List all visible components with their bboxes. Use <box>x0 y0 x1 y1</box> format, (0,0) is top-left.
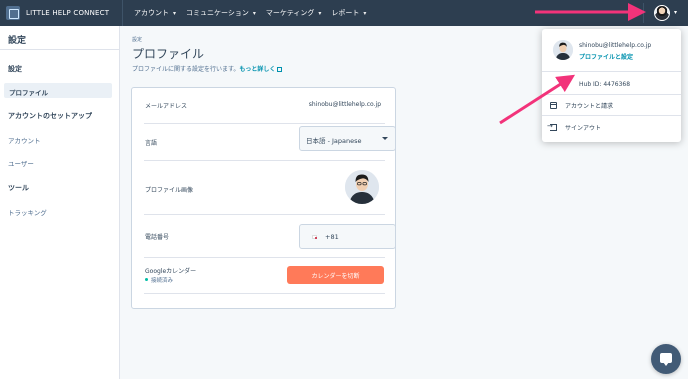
account-billing-item[interactable]: アカウントと請求 <box>550 101 613 110</box>
language-value: 日本語 - Japanese <box>306 137 362 145</box>
hub-id: Hub ID: 4476368 <box>579 81 631 88</box>
chevron-down-icon[interactable]: ▾ <box>674 9 677 16</box>
language-select[interactable]: 日本語 - Japanese <box>299 126 396 151</box>
phone-label: 電話番号 <box>145 234 170 241</box>
japan-flag-icon[interactable] <box>312 235 317 239</box>
user-avatar-menu[interactable] <box>654 5 670 21</box>
brand-name[interactable]: LITTLE HELP CONNECT <box>26 9 122 17</box>
nav-item-reports[interactable]: レポート ▾ <box>331 8 366 18</box>
email-row: メールアドレス shinobu@littlehelp.co.jp <box>144 88 385 124</box>
description-text: プロファイルに関する設定を行います。 <box>132 66 240 73</box>
sidebar-item-account[interactable]: アカウント <box>8 135 41 145</box>
nav-item-marketing[interactable]: マーケティング ▾ <box>266 8 321 18</box>
profile-card: メールアドレス shinobu@littlehelp.co.jp 言語 日本語 … <box>131 87 396 309</box>
breadcrumb[interactable]: 設定 <box>132 36 142 43</box>
chevron-down-icon: ▾ <box>363 9 367 17</box>
status-dot-icon <box>145 278 148 281</box>
nav-item-label: コミュニケーション <box>186 9 249 17</box>
account-billing-label: アカウントと請求 <box>565 103 614 110</box>
chevron-down-icon: ▾ <box>173 9 177 17</box>
chevron-down-icon: ▾ <box>252 9 256 17</box>
nav-item-communication[interactable]: コミュニケーション ▾ <box>186 8 256 18</box>
gcal-status: 接続済み <box>145 276 173 284</box>
email-label: メールアドレス <box>145 103 188 110</box>
nav-item-label: マーケティング <box>265 9 315 17</box>
chevron-down-icon: ▾ <box>318 9 322 17</box>
language-row: 言語 日本語 - Japanese <box>144 124 396 161</box>
learn-more-link[interactable]: もっと詳しく <box>239 66 275 73</box>
sidebar: 設定 設定 プロファイル アカウントのセットアップ アカウント ユーザー ツール… <box>0 26 120 379</box>
dropdown-divider <box>542 94 681 95</box>
nav-item-account[interactable]: アカウント ▾ <box>134 8 176 18</box>
sidebar-item-tracking[interactable]: トラッキング <box>8 207 47 217</box>
profile-settings-link[interactable]: プロファイルと設定 <box>579 52 633 61</box>
phone-country-code: +81 <box>325 233 339 241</box>
photo-label: プロファイル画像 <box>145 187 194 194</box>
account-dropdown: shinobu@littlehelp.co.jp プロファイルと設定 Hub I… <box>542 29 681 142</box>
dropdown-divider <box>542 115 681 116</box>
dropdown-divider <box>542 71 681 72</box>
credit-card-icon <box>550 102 557 109</box>
external-link-icon <box>277 67 283 72</box>
sign-out-item[interactable]: サインアウト <box>547 122 602 132</box>
email-value: shinobu@littlehelp.co.jp <box>308 101 381 108</box>
logo-icon[interactable] <box>6 6 20 20</box>
nav-item-label: アカウント <box>134 9 169 17</box>
page-description: プロファイルに関する設定を行います。もっと詳しく <box>132 64 283 73</box>
language-label: 言語 <box>145 140 158 147</box>
profile-photo[interactable] <box>345 170 379 204</box>
nav-divider <box>643 3 644 23</box>
nav-item-label: レポート <box>331 9 360 17</box>
sidebar-heading-account-setup: アカウントのセットアップ <box>8 112 92 120</box>
person-avatar-icon <box>553 40 573 60</box>
sidebar-heading-settings: 設定 <box>8 65 22 73</box>
nav-divider <box>122 0 123 26</box>
caret-down-icon <box>382 137 388 140</box>
sidebar-item-profile[interactable]: プロファイル <box>4 83 112 98</box>
sign-out-label: サインアウト <box>565 125 602 132</box>
sidebar-heading-tools: ツール <box>8 184 29 192</box>
chat-launcher-button[interactable] <box>651 344 681 374</box>
sidebar-item-users[interactable]: ユーザー <box>8 158 34 168</box>
dropdown-avatar <box>553 40 573 60</box>
phone-input[interactable]: +81 <box>299 224 396 249</box>
sidebar-title: 設定 <box>0 26 119 50</box>
gcal-label: Googleカレンダー <box>145 268 197 275</box>
page-title: プロファイル <box>132 47 205 61</box>
dropdown-email: shinobu@littlehelp.co.jp <box>579 42 652 49</box>
gcal-status-text: 接続済み <box>151 278 174 284</box>
disconnect-calendar-button[interactable]: カレンダーを切断 <box>287 266 384 284</box>
phone-row: 電話番号 +81 <box>144 215 396 258</box>
person-avatar-icon <box>345 170 379 204</box>
sign-out-icon <box>547 122 557 131</box>
top-nav: LITTLE HELP CONNECT アカウント ▾ コミュニケーション ▾ マー… <box>0 0 688 26</box>
